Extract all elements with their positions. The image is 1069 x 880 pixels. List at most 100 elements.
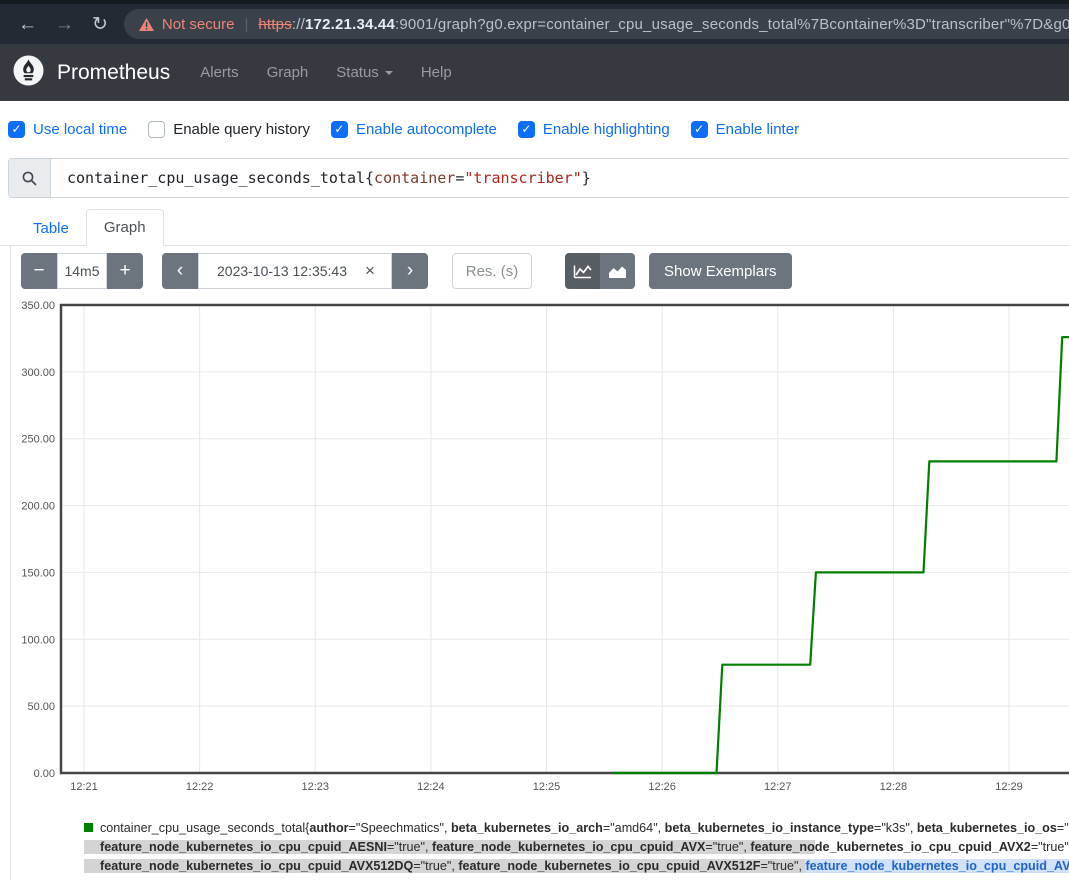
checkbox-label: Use local time xyxy=(33,121,127,138)
checkbox-label: Enable query history xyxy=(173,121,310,138)
x-tick-label: 12:27 xyxy=(764,781,792,793)
x-tick-label: 12:22 xyxy=(186,781,214,793)
url-text: https://172.21.34.44:9001/graph?g0.expr=… xyxy=(258,16,1069,33)
search-icon xyxy=(9,159,51,197)
legend-text: ="true", xyxy=(760,859,805,873)
browser-reload-button[interactable]: ↻ xyxy=(92,15,108,34)
expression-input-group: container_cpu_usage_seconds_total{contai… xyxy=(8,158,1069,198)
stacked-chart-icon xyxy=(608,264,627,279)
resolution-input[interactable] xyxy=(452,253,532,289)
legend-text: beta_kubernetes_io_arch xyxy=(451,821,603,835)
query-label-value: "transcriber" xyxy=(464,169,581,187)
x-tick-label: 12:21 xyxy=(70,781,98,793)
url-divider: | xyxy=(244,16,248,33)
query-label-name: container xyxy=(374,169,455,187)
query-close-brace: } xyxy=(582,169,591,187)
nav-links: AlertsGraphStatusHelp xyxy=(186,56,465,89)
not-secure-warning-icon xyxy=(138,17,155,32)
browser-forward-button[interactable]: → xyxy=(55,15,74,34)
x-tick-label: 12:28 xyxy=(880,781,908,793)
legend-text: ="k3s", xyxy=(874,821,917,835)
prometheus-navbar: Prometheus AlertsGraphStatusHelp xyxy=(0,44,1069,101)
panel-tabs: Table Graph xyxy=(0,206,1069,246)
increase-duration-button[interactable]: + xyxy=(107,253,143,289)
graph-controls: − 14m5 + ‹ 2023-10-13 12:35:43 × › Show … xyxy=(0,253,1069,289)
checkbox-label: Enable autocomplete xyxy=(356,121,497,138)
legend-text: beta_kubernetes_io_instance_type xyxy=(665,821,874,835)
x-tick-label: 12:25 xyxy=(533,781,561,793)
decrease-duration-button[interactable]: − xyxy=(21,253,57,289)
legend-text: ="true", xyxy=(387,840,432,854)
x-tick-label: 12:23 xyxy=(301,781,329,793)
y-tick-label: 250.00 xyxy=(21,434,55,446)
checkbox-checked-icon: ✓ xyxy=(8,121,25,138)
checkbox-label: Enable highlighting xyxy=(543,121,670,138)
stacked-chart-toggle-button[interactable] xyxy=(600,253,635,289)
checkbox-enable-highlighting[interactable]: ✓ Enable highlighting xyxy=(518,121,670,138)
legend-text: author xyxy=(309,821,348,835)
expression-input[interactable]: container_cpu_usage_seconds_total{contai… xyxy=(51,159,1069,197)
x-tick-label: 12:29 xyxy=(995,781,1023,793)
plot-border xyxy=(61,305,1069,773)
checkbox-enable-query-history[interactable]: Enable query history xyxy=(148,121,310,138)
y-tick-label: 150.00 xyxy=(21,567,55,579)
tab-graph[interactable]: Graph xyxy=(86,209,164,246)
nav-item-graph[interactable]: Graph xyxy=(253,56,323,89)
legend-text: feature_node_kubernetes_io_cpu_cpuid_AVX… xyxy=(100,859,413,873)
legend-line[interactable]: feature_node_kubernetes_io_cpu_cpuid_AES… xyxy=(84,838,1069,857)
y-tick-label: 200.00 xyxy=(21,501,55,513)
brand-title: Prometheus xyxy=(57,61,170,85)
y-tick-label: 300.00 xyxy=(21,367,55,379)
query-open-brace: { xyxy=(365,169,374,187)
nav-item-alerts[interactable]: Alerts xyxy=(186,56,252,89)
duration-input[interactable]: 14m5 xyxy=(57,253,107,289)
nav-item-help[interactable]: Help xyxy=(407,56,466,89)
y-tick-label: 350.00 xyxy=(21,300,55,312)
legend-line[interactable]: feature_node_kubernetes_io_cpu_cpuid_AVX… xyxy=(84,857,1069,876)
checkbox-unchecked-icon xyxy=(148,121,165,138)
legend-line[interactable]: container_cpu_usage_seconds_total{author… xyxy=(84,819,1069,838)
url-scheme-separator: :// xyxy=(292,16,305,33)
legend-text: ="linux", xyxy=(1057,821,1069,835)
show-exemplars-button[interactable]: Show Exemplars xyxy=(649,253,792,289)
legend-text: ="true", xyxy=(413,859,458,873)
legend-text: feature_node_kubernetes_io_cpu_cpuid_AVX… xyxy=(805,859,1069,873)
datetime-input[interactable]: 2023-10-13 12:35:43 × xyxy=(198,253,392,289)
graph-legend: container_cpu_usage_seconds_total{author… xyxy=(84,819,1069,876)
legend-swatch-icon xyxy=(84,823,93,832)
legend-text: feature_node_kubernetes_io_cpu_cpuid_AES… xyxy=(100,840,387,854)
next-time-button[interactable]: › xyxy=(392,253,428,289)
clear-datetime-icon[interactable]: × xyxy=(365,261,391,281)
checkbox-enable-autocomplete[interactable]: ✓Enable autocomplete xyxy=(331,121,497,138)
datetime-value: 2023-10-13 12:35:43 xyxy=(199,263,365,279)
legend-text: ="true", xyxy=(705,840,750,854)
line-chart-toggle-button[interactable] xyxy=(565,253,600,289)
legend-text: ="Speechmatics", xyxy=(349,821,451,835)
legend-text: feature_node_kubernetes_io_cpu_cpuid_AVX xyxy=(432,840,705,854)
options-row: ✓Use local timeEnable query history✓Enab… xyxy=(0,101,1069,157)
legend-text: beta_kubernetes_io_os xyxy=(917,821,1057,835)
x-tick-label: 12:24 xyxy=(417,781,445,793)
browser-back-button[interactable]: ← xyxy=(18,15,37,34)
checkbox-use-local-time[interactable]: ✓ Use local time xyxy=(8,121,127,138)
checkbox-checked-icon: ✓ xyxy=(518,121,535,138)
tab-table[interactable]: Table xyxy=(16,211,86,246)
y-tick-label: 100.00 xyxy=(21,634,55,646)
url-scheme: https xyxy=(258,16,292,33)
legend-text: de_kubernetes_io_cpu_cpuid_AVX2 xyxy=(815,840,1031,854)
nav-item-status[interactable]: Status xyxy=(322,56,407,89)
prometheus-logo-icon xyxy=(13,55,44,91)
series-line xyxy=(612,337,1069,773)
not-secure-label: Not secure xyxy=(162,16,235,33)
url-host: 172.21.34.44 xyxy=(305,16,395,33)
previous-time-button[interactable]: ‹ xyxy=(162,253,198,289)
y-tick-label: 0.00 xyxy=(34,768,55,780)
graph-canvas[interactable]: 12:2112:2212:2312:2412:2512:2612:2712:28… xyxy=(0,295,1069,805)
query-metric-name: container_cpu_usage_seconds_total xyxy=(67,169,365,187)
chevron-down-icon xyxy=(385,71,393,75)
checkbox-enable-linter[interactable]: ✓Enable linter xyxy=(691,121,799,138)
browser-chrome: ← → ↻ Not secure | https://172.21.34.44:… xyxy=(0,0,1069,44)
legend-text: feature_node_kubernetes_io_cpu_cpuid_AVX… xyxy=(458,859,760,873)
browser-address-bar[interactable]: Not secure | https://172.21.34.44:9001/g… xyxy=(124,9,1069,39)
y-tick-label: 50.00 xyxy=(27,701,55,713)
